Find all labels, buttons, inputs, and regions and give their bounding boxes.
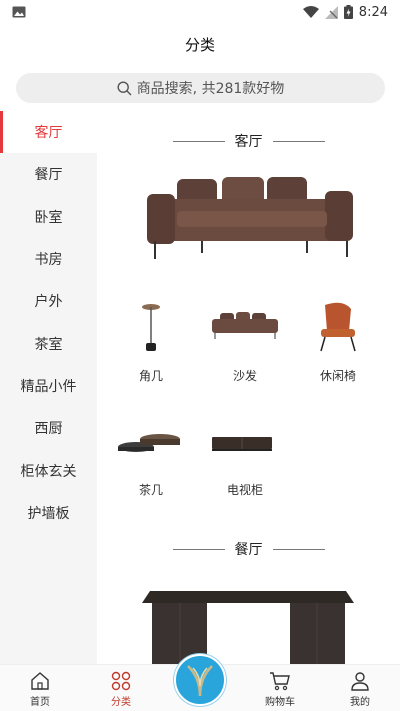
sidebar-item-dining-room[interactable]: 餐厅 [0, 153, 97, 195]
signal-off-icon [324, 5, 338, 19]
sidebar-item-wall-panel[interactable]: 护墙板 [0, 492, 97, 534]
page-title: 分类 [184, 35, 215, 54]
sidebar-item-outdoor[interactable]: 户外 [0, 280, 97, 322]
subcategory-coffee-table[interactable]: 茶几 [101, 415, 201, 498]
sidebar-item-label: 精品小件 [20, 378, 77, 395]
sidebar-item-living-room[interactable]: 客厅 [0, 111, 97, 154]
search-icon [117, 80, 132, 95]
nav-label: 我的 [350, 697, 370, 708]
living-room-banner-image[interactable] [147, 169, 357, 269]
subcategory-label: 角几 [138, 369, 163, 383]
divider [272, 140, 325, 142]
subcategory-side-table[interactable]: 角几 [101, 301, 201, 384]
sidebar-item-label: 户外 [34, 294, 63, 311]
nav-profile[interactable]: 我的 [330, 669, 390, 708]
status-bar: 8:24 [0, 0, 400, 24]
wifi-icon [302, 6, 319, 18]
sofa-image [212, 312, 278, 339]
page-header: 分类 [0, 24, 400, 64]
sidebar-item-bedroom[interactable]: 卧室 [0, 196, 97, 238]
divider [172, 548, 225, 550]
dining-room-banner-image[interactable] [142, 587, 354, 664]
subcategory-label: 茶几 [138, 483, 163, 497]
search-bar[interactable]: 商品搜索, 共281款好物 [16, 73, 385, 103]
section-title-dining-room: 餐厅 [97, 539, 400, 559]
sidebar-item-label: 客厅 [34, 125, 63, 142]
sidebar-item-label: 护墙板 [27, 505, 70, 522]
subcategory-tv-cabinet[interactable]: 电视柜 [195, 415, 295, 498]
brand-logo-icon [187, 665, 213, 697]
sidebar-item-label: 书房 [34, 252, 63, 269]
battery-charging-icon [343, 5, 353, 19]
home-icon [31, 672, 49, 690]
category-content: 客厅 角几 沙发 休闲椅 茶几 电视柜 餐厅 [97, 111, 400, 664]
section-title-text: 餐厅 [234, 542, 263, 558]
nav-cart[interactable]: 购物车 [250, 669, 310, 708]
side-table-image [142, 304, 160, 351]
sidebar-item-tea-room[interactable]: 茶室 [0, 322, 97, 364]
lounge-chair-image [320, 302, 356, 352]
sidebar-item-study[interactable]: 书房 [0, 238, 97, 280]
cart-icon [270, 672, 290, 691]
sidebar-item-accessories[interactable]: 精品小件 [0, 365, 97, 407]
nav-label: 分类 [111, 697, 131, 708]
coffee-table-image [118, 434, 180, 452]
category-icon [111, 671, 131, 691]
search-placeholder: 商品搜索, 共281款好物 [136, 81, 285, 97]
subcategory-sofa[interactable]: 沙发 [195, 301, 295, 384]
status-left [12, 6, 26, 18]
subcategory-label: 休闲椅 [319, 369, 356, 383]
center-brand-button[interactable] [174, 654, 226, 706]
section-title-text: 客厅 [234, 134, 263, 150]
nav-label: 首页 [30, 697, 50, 708]
nav-home[interactable]: 首页 [10, 669, 70, 708]
user-icon [351, 672, 369, 691]
divider [272, 548, 325, 550]
tv-cabinet-image [212, 437, 272, 451]
sidebar-item-western-kitchen[interactable]: 西厨 [0, 407, 97, 449]
sidebar-item-label: 西厨 [34, 421, 63, 438]
sidebar-item-label: 茶室 [34, 336, 63, 353]
section-title-living-room: 客厅 [97, 131, 400, 151]
status-right: 8:24 [302, 4, 388, 20]
nav-category[interactable]: 分类 [91, 669, 151, 708]
category-sidebar: 客厅 餐厅 卧室 书房 户外 茶室 精品小件 西厨 柜体玄关 护墙板 [0, 111, 97, 664]
sidebar-item-label: 餐厅 [34, 167, 63, 184]
subcategory-label: 电视柜 [226, 483, 263, 497]
sidebar-item-label: 卧室 [34, 209, 63, 226]
image-icon [12, 6, 26, 18]
subcategory-lounge-chair[interactable]: 休闲椅 [288, 301, 388, 384]
sidebar-item-label: 柜体玄关 [20, 463, 77, 480]
nav-label: 购物车 [265, 697, 295, 708]
sidebar-item-cabinet-entry[interactable]: 柜体玄关 [0, 449, 97, 491]
subcategory-label: 沙发 [232, 369, 257, 383]
status-time: 8:24 [358, 4, 388, 20]
divider [172, 140, 225, 142]
